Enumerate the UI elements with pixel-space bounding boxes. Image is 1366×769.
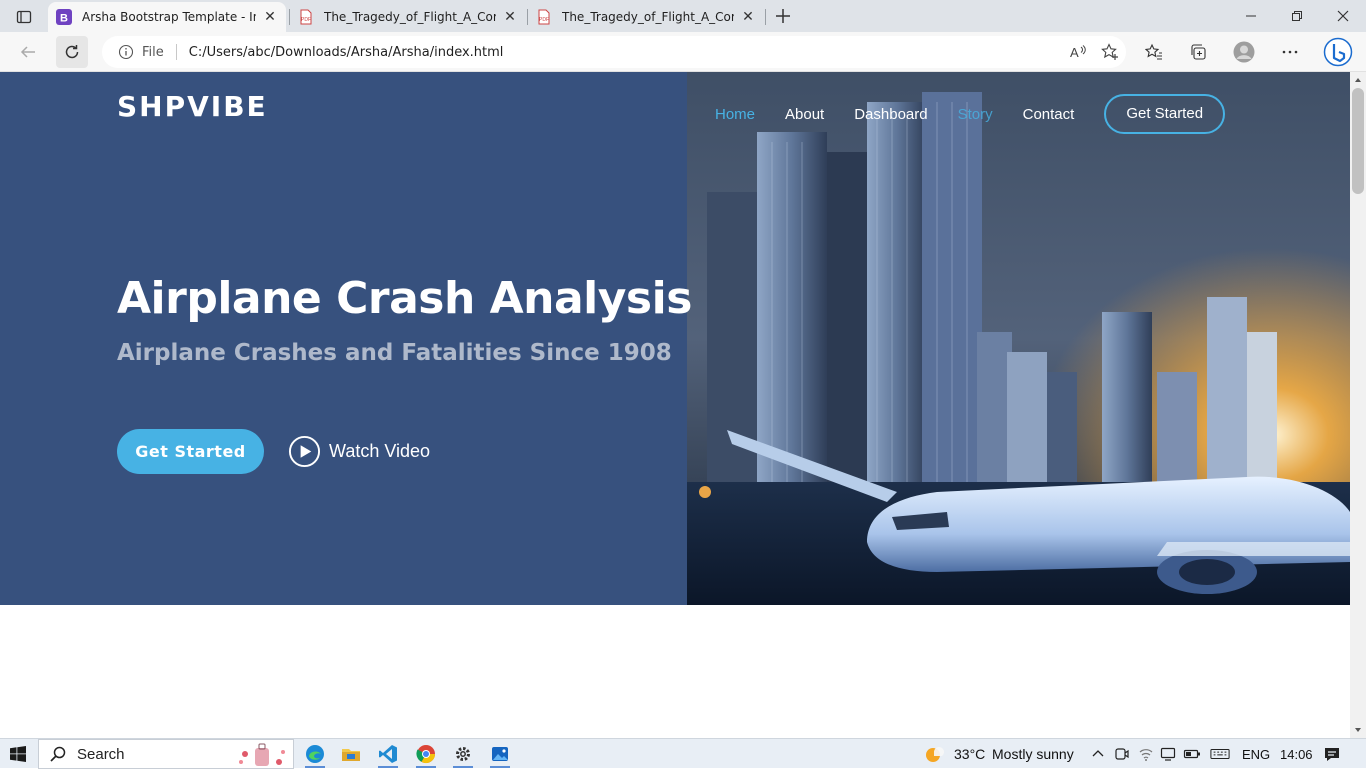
- language-indicator[interactable]: ENG: [1242, 739, 1270, 769]
- windows-taskbar: Search 33°C Mostly sunny ENG 14:06: [0, 738, 1366, 769]
- close-tab-icon[interactable]: ✕: [740, 9, 756, 25]
- tab-title: The_Tragedy_of_Flight_A_Comprehensive: [562, 10, 734, 24]
- svg-text:PDF: PDF: [301, 17, 311, 23]
- taskbar-file-explorer-icon[interactable]: [333, 739, 369, 769]
- taskbar-edge-icon[interactable]: [297, 739, 333, 769]
- bootstrap-b-icon: B: [56, 9, 72, 25]
- url-text[interactable]: C:/Users/abc/Downloads/Arsha/Arsha/index…: [189, 45, 1062, 60]
- close-tab-icon[interactable]: ✕: [502, 9, 518, 25]
- wifi-icon[interactable]: [1136, 744, 1156, 764]
- nav-home[interactable]: Home: [700, 106, 770, 123]
- address-divider: [175, 44, 177, 60]
- more-options-icon[interactable]: [1274, 36, 1306, 68]
- page-scrollbar[interactable]: [1350, 72, 1366, 738]
- hero-image: [687, 72, 1350, 605]
- hero-title: Airplane Crash Analysis: [117, 273, 692, 324]
- svg-text:A: A: [1070, 45, 1079, 60]
- clock[interactable]: 14:06: [1280, 739, 1313, 769]
- hero-subtitle: Airplane Crashes and Fatalities Since 19…: [117, 340, 672, 366]
- weather-description[interactable]: Mostly sunny: [992, 739, 1074, 769]
- main-nav: Home About Dashboard Story Contact Get S…: [700, 94, 1226, 134]
- keyboard-icon[interactable]: [1210, 744, 1230, 764]
- address-bar[interactable]: File C:/Users/abc/Downloads/Arsha/Arsha/…: [102, 36, 1126, 68]
- minimize-icon[interactable]: [1228, 0, 1274, 32]
- new-tab-icon[interactable]: [770, 4, 796, 28]
- tab-title: Arsha Bootstrap Template - Index: [82, 10, 256, 24]
- scroll-up-arrow-icon[interactable]: [1354, 76, 1362, 84]
- restore-icon[interactable]: [1274, 0, 1320, 32]
- scroll-down-arrow-icon[interactable]: [1354, 726, 1362, 734]
- windows-start-icon[interactable]: [0, 739, 36, 769]
- notifications-icon[interactable]: [1322, 744, 1342, 764]
- nav-get-started-button[interactable]: Get Started: [1104, 94, 1226, 134]
- nav-dashboard[interactable]: Dashboard: [839, 106, 942, 123]
- get-started-button[interactable]: Get Started: [117, 429, 264, 474]
- browser-toolbar: File C:/Users/abc/Downloads/Arsha/Arsha/…: [0, 32, 1366, 72]
- site-logo[interactable]: SHPVIBE: [117, 90, 268, 123]
- search-label: Search: [77, 745, 125, 763]
- tab-actions-icon[interactable]: [10, 6, 38, 28]
- taskbar-chrome-icon[interactable]: [408, 739, 444, 769]
- add-favorite-icon[interactable]: [1094, 38, 1126, 66]
- meet-now-icon[interactable]: [1112, 744, 1132, 764]
- refresh-icon[interactable]: [56, 36, 88, 68]
- taskbar-vscode-icon[interactable]: [370, 739, 406, 769]
- hero-section: SHPVIBE Home About Dashboard Story Conta…: [0, 72, 1350, 605]
- search-icon: [50, 746, 66, 762]
- read-aloud-icon[interactable]: A: [1062, 38, 1094, 66]
- svg-text:PDF: PDF: [539, 17, 549, 23]
- chevron-up-icon[interactable]: [1088, 744, 1108, 764]
- page-viewport: SHPVIBE Home About Dashboard Story Conta…: [0, 72, 1350, 738]
- close-window-icon[interactable]: [1320, 0, 1366, 32]
- search-highlight-icon: [239, 743, 285, 766]
- svg-text:B: B: [60, 13, 68, 25]
- display-icon[interactable]: [1158, 744, 1178, 764]
- bing-copilot-icon[interactable]: [1320, 36, 1356, 68]
- taskbar-photos-icon[interactable]: [482, 739, 518, 769]
- nav-story[interactable]: Story: [943, 106, 1008, 123]
- nav-about[interactable]: About: [770, 106, 839, 123]
- play-circle-icon: [288, 435, 321, 468]
- weather-sunny-icon[interactable]: [924, 744, 944, 764]
- tab-pdf-2[interactable]: PDF The_Tragedy_of_Flight_A_Comprehensiv…: [528, 2, 764, 32]
- nav-contact[interactable]: Contact: [1008, 106, 1090, 123]
- info-icon[interactable]: [118, 44, 134, 60]
- tab-strip: B Arsha Bootstrap Template - Index ✕ PDF…: [0, 0, 1366, 32]
- battery-icon[interactable]: [1182, 744, 1202, 764]
- tab-pdf-1[interactable]: PDF The_Tragedy_of_Flight_A_Comprehensiv…: [290, 2, 526, 32]
- tab-arsha[interactable]: B Arsha Bootstrap Template - Index ✕: [48, 2, 286, 32]
- scroll-thumb[interactable]: [1352, 88, 1364, 194]
- url-scheme-label: File: [142, 44, 164, 60]
- taskbar-settings-icon[interactable]: [445, 739, 481, 769]
- favorites-icon[interactable]: [1138, 36, 1170, 68]
- collections-icon[interactable]: [1182, 36, 1214, 68]
- watch-video-button[interactable]: Watch Video: [288, 434, 430, 469]
- watch-video-label: Watch Video: [329, 441, 431, 461]
- close-tab-icon[interactable]: ✕: [262, 9, 278, 25]
- back-arrow-icon[interactable]: [12, 36, 44, 68]
- taskbar-search-box[interactable]: Search: [38, 739, 294, 769]
- pdf-icon: PDF: [298, 9, 314, 25]
- pdf-icon: PDF: [536, 9, 552, 25]
- weather-temperature[interactable]: 33°C: [954, 739, 985, 769]
- tab-separator: [765, 9, 766, 25]
- profile-avatar-icon[interactable]: [1228, 36, 1260, 68]
- tab-title: The_Tragedy_of_Flight_A_Comprehensive: [324, 10, 496, 24]
